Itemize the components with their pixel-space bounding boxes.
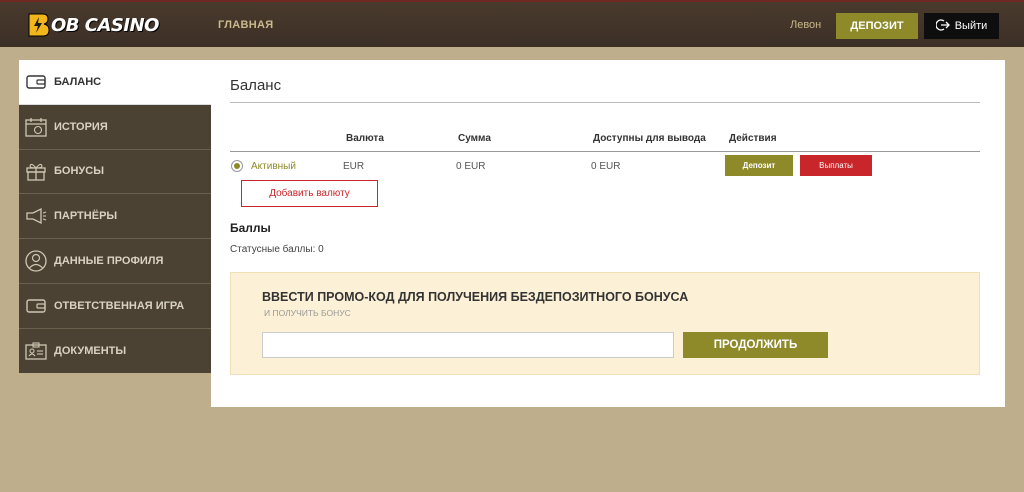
points-title: Баллы (230, 221, 271, 235)
promo-box: ВВЕСТИ ПРОМО-КОД ДЛЯ ПОЛУЧЕНИЯ БЕЗДЕПОЗИ… (230, 272, 980, 375)
add-currency-button[interactable]: Добавить валюту (241, 180, 378, 207)
sidebar-item-label: ДАННЫЕ ПРОФИЛЯ (54, 255, 164, 268)
amount-cell: 0 EUR (456, 161, 486, 172)
status-points-text: Статусные баллы: 0 (230, 244, 324, 255)
withdrawable-cell: 0 EUR (591, 161, 621, 172)
logout-button[interactable]: Выйти (924, 13, 999, 39)
row-payout-button[interactable]: Выплаты (800, 155, 872, 176)
sidebar-item-bonuses[interactable]: БОНУСЫ (19, 150, 211, 195)
header-deposit-button[interactable]: ДЕПОЗИТ (836, 13, 918, 39)
main-panel: Баланс Валюта Сумма Доступны для вывода … (211, 60, 1005, 407)
logo-b-icon (26, 12, 50, 38)
sidebar-item-label: БАЛАНС (54, 75, 102, 88)
sidebar-item-profile[interactable]: ДАННЫЕ ПРОФИЛЯ (19, 239, 211, 284)
currency-cell: EUR (343, 161, 365, 172)
table-header-amount: Сумма (458, 133, 491, 144)
sidebar-item-balance[interactable]: БАЛАНС (19, 60, 211, 105)
calendar-icon (24, 116, 48, 138)
sidebar-item-label: БОНУСЫ (54, 165, 104, 178)
divider (230, 151, 980, 152)
logout-icon (935, 18, 950, 34)
sidebar-item-history[interactable]: ИСТОРИЯ (19, 105, 211, 150)
nav-main-link[interactable]: ГЛАВНАЯ (218, 19, 273, 31)
table-header-withdrawable: Доступны для вывода (593, 133, 706, 144)
sidebar-item-label: ОТВЕТСТВЕННАЯ ИГРА (54, 299, 185, 312)
wallet-icon (24, 71, 48, 93)
sidebar-item-responsible-gaming[interactable]: ОТВЕТСТВЕННАЯ ИГРА (19, 284, 211, 329)
status-label: Активный (251, 161, 296, 172)
sidebar-item-label: ИСТОРИЯ (54, 120, 108, 133)
table-header-actions: Действия (729, 133, 777, 144)
promo-subtitle: И ПОЛУЧИТЬ БОНУС (264, 308, 351, 318)
table-header-currency: Валюта (346, 133, 384, 144)
user-name[interactable]: Левон (790, 19, 821, 31)
megaphone-icon (24, 205, 48, 227)
continue-button[interactable]: ПРОДОЛЖИТЬ (683, 332, 828, 358)
sidebar: БАЛАНС ИСТОРИЯ БОНУСЫ ПАРТНЁРЫ ДАННЫЕ ПР… (19, 60, 211, 373)
wallet-icon (24, 295, 48, 317)
promo-title: ВВЕСТИ ПРОМО-КОД ДЛЯ ПОЛУЧЕНИЯ БЕЗДЕПОЗИ… (262, 290, 689, 304)
sidebar-item-label: ДОКУМЕНТЫ (54, 345, 127, 358)
gift-icon (24, 160, 48, 182)
page-title: Баланс (230, 77, 282, 94)
divider (230, 102, 980, 103)
user-icon (24, 250, 48, 272)
currency-radio[interactable] (231, 160, 243, 172)
sidebar-item-documents[interactable]: ДОКУМЕНТЫ (19, 329, 211, 374)
logout-label: Выйти (954, 20, 988, 32)
sidebar-item-partners[interactable]: ПАРТНЁРЫ (19, 194, 211, 240)
row-deposit-button[interactable]: Депозит (725, 155, 793, 176)
logo[interactable]: OB CASINO (26, 11, 159, 39)
top-header: OB CASINO ГЛАВНАЯ Левон ДЕПОЗИТ Выйти (0, 0, 1024, 47)
id-card-icon (24, 340, 48, 362)
logo-text: OB CASINO (51, 14, 159, 36)
sidebar-item-label: ПАРТНЁРЫ (54, 210, 118, 223)
promo-code-input[interactable] (262, 332, 674, 358)
